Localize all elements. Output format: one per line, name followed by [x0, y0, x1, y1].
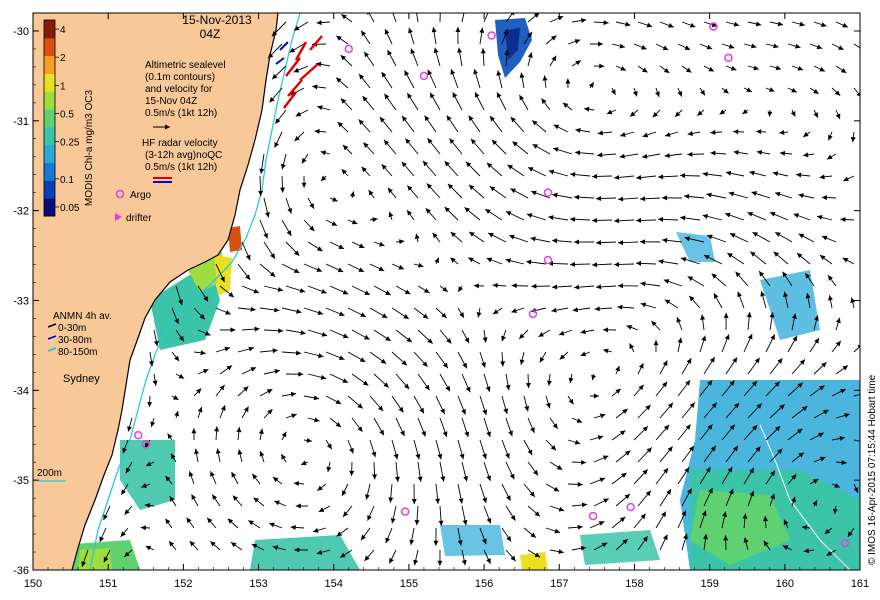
colorbar-tick-label: 0.5 — [60, 109, 74, 120]
colorbar-tick-label: 4 — [60, 25, 66, 36]
y-tick-label: -36 — [13, 565, 29, 577]
x-tick-label: 152 — [174, 578, 192, 590]
hf-radar-legend-line-3: 0.5m/s (1kt 12h) — [145, 162, 217, 173]
colorbar-tick-label: 0.1 — [60, 175, 74, 186]
x-tick-label: 150 — [24, 578, 42, 590]
x-tick-label: 160 — [776, 578, 794, 590]
velocity-arrowhead — [860, 439, 865, 444]
anmn-legend-title: ANMN 4h av. — [53, 311, 112, 322]
y-tick-label: -32 — [13, 206, 29, 218]
colorbar-swatch — [44, 162, 55, 181]
drifter-legend-label: drifter — [126, 213, 152, 224]
map-time: 04Z — [200, 27, 221, 41]
velocity-arrowhead — [438, 7, 443, 12]
credit-text: © IMOS 16-Apr-2015 07:15:44 Hobart time — [867, 374, 878, 565]
x-tick-label: 151 — [99, 578, 117, 590]
x-tick-label: 155 — [400, 578, 418, 590]
altimetry-legend-line-2: (0.1m contours) — [145, 72, 215, 83]
x-tick-label: 153 — [249, 578, 267, 590]
colorbar-tick-label: 0.25 — [60, 138, 80, 149]
colorbar-swatch — [44, 37, 55, 57]
y-tick-label: -35 — [13, 475, 29, 487]
hf-radar-legend-line-1: HF radar velocity — [142, 138, 218, 149]
altimetry-legend-line-3: and velocity for — [145, 84, 213, 95]
y-tick-label: -30 — [13, 26, 29, 38]
colorbar-label: MODIS Chl-a mg/m3 OC3 — [84, 89, 95, 206]
hf-radar-legend-line-2: (3-12h avg)noQC — [145, 150, 222, 161]
velocity-arrowhead — [414, 7, 419, 12]
ocean-map: 150 151 152 153 154 155 156 157 158 159 160 161 -30… — [13, 7, 878, 590]
colorbar-swatch — [44, 126, 55, 146]
anmn-legend-item-2: 30-80m — [58, 335, 92, 346]
colorbar-swatch — [44, 55, 55, 74]
colorbar-tick-label: 0.05 — [60, 203, 80, 214]
colorbar-tick-label: 1 — [60, 81, 66, 92]
anmn-legend-item-1: 0-30m — [58, 323, 86, 334]
velocity-arrowhead — [462, 7, 467, 12]
x-tick-label: 156 — [475, 578, 493, 590]
colorbar-tick-label: 2 — [60, 53, 66, 64]
x-tick-label: 161 — [851, 578, 869, 590]
x-tick-label: 157 — [550, 578, 568, 590]
colorbar-swatch — [44, 20, 55, 39]
x-tick-label: 159 — [700, 578, 718, 590]
colorbar-swatch — [44, 73, 55, 92]
isobath-label: 200m — [37, 468, 62, 479]
y-tick-label: -34 — [13, 385, 29, 397]
x-tick-label: 158 — [625, 578, 643, 590]
altimetry-legend-line-5: 0.5m/s (1kt 12h) — [145, 108, 217, 119]
colorbar-swatch — [44, 91, 55, 110]
place-label-sydney: Sydney — [63, 373, 100, 385]
anmn-legend-item-3: 80-150m — [58, 347, 97, 358]
colorbar-swatch — [44, 144, 55, 164]
altimetry-legend-line-1: Altimetric sealevel — [145, 60, 226, 71]
colorbar-swatch — [44, 109, 55, 128]
altimetry-legend-line-4: 15-Nov 04Z — [145, 96, 197, 107]
y-tick-label: -33 — [13, 295, 29, 307]
x-tick-label: 154 — [325, 578, 343, 590]
y-tick-label: -31 — [13, 116, 29, 128]
argo-legend-label: Argo — [130, 190, 152, 201]
map-date: 15-Nov-2013 — [182, 13, 252, 27]
colorbar-swatch — [44, 180, 55, 199]
colorbar-swatch — [44, 198, 55, 217]
velocity-arrowhead — [861, 392, 866, 397]
